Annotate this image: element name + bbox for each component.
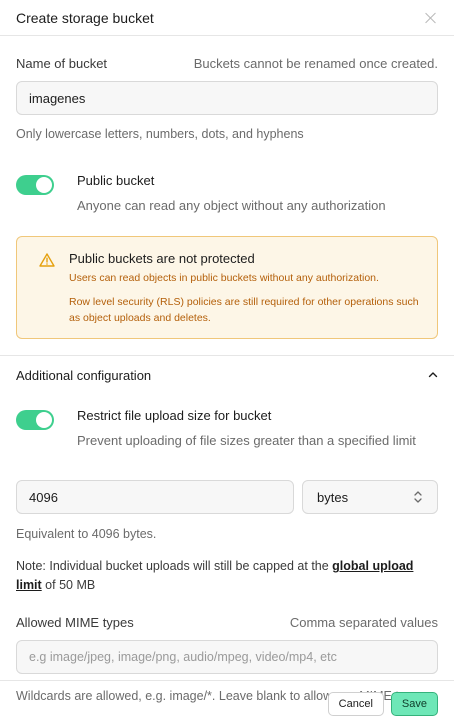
- size-limit-row: 4096 bytes: [16, 480, 438, 515]
- upload-cap-note: Note: Individual bucket uploads will sti…: [16, 557, 438, 595]
- additional-config-section: Restrict file upload size for bucket Pre…: [0, 408, 454, 705]
- size-limit-input[interactable]: 4096: [16, 480, 294, 515]
- mime-hint: Comma separated values: [289, 614, 438, 630]
- public-bucket-label: Public bucket: [77, 173, 155, 189]
- warning-icon: [39, 253, 55, 267]
- dialog-footer: Cancel Save: [0, 680, 454, 726]
- size-unit-select[interactable]: bytes: [302, 480, 438, 515]
- restrict-size-toggle[interactable]: [16, 410, 54, 431]
- toggle-knob: [36, 177, 52, 194]
- mime-types-input[interactable]: e.g image/jpeg, image/png, audio/mpeg, v…: [16, 639, 438, 674]
- name-hint: Buckets cannot be renamed once created.: [193, 56, 438, 71]
- public-bucket-toggle[interactable]: [16, 175, 54, 196]
- bucket-basic-section: Name of bucket Buckets cannot be renamed…: [0, 56, 454, 340]
- name-help-text: Only lowercase letters, numbers, dots, a…: [16, 127, 304, 141]
- dialog-header: Create storage bucket: [0, 0, 454, 36]
- chevron-up-down-icon: [414, 491, 422, 503]
- name-label-row: Name of bucket Buckets cannot be renamed…: [16, 56, 438, 71]
- cancel-button[interactable]: Cancel: [327, 691, 384, 716]
- toggle-knob: [36, 412, 52, 429]
- restrict-size-row: Restrict file upload size for bucket Pre…: [16, 408, 438, 448]
- dialog-title: Create storage bucket: [16, 9, 154, 26]
- additional-config-header[interactable]: Additional configuration: [0, 356, 454, 394]
- restrict-size-text: Restrict file upload size for bucket Pre…: [77, 408, 416, 448]
- chevron-up-icon[interactable]: [428, 370, 438, 380]
- warning-title: Public buckets are not protected: [69, 251, 255, 267]
- bucket-name-input[interactable]: imagenes: [16, 81, 438, 115]
- note-prefix: Note: Individual bucket uploads will sti…: [16, 559, 333, 574]
- note-suffix: of 50 MB: [41, 578, 96, 592]
- warning-line-1: Users can read objects in public buckets…: [69, 272, 379, 285]
- restrict-size-label: Restrict file upload size for bucket: [77, 408, 272, 424]
- public-bucket-row: Public bucket Anyone can read any object…: [16, 173, 438, 213]
- name-label: Name of bucket: [16, 56, 108, 71]
- mime-label: Allowed MIME types: [16, 614, 134, 630]
- size-equivalent-text: Equivalent to 4096 bytes.: [16, 527, 157, 542]
- mime-label-row: Allowed MIME types Comma separated value…: [16, 615, 438, 630]
- close-icon[interactable]: [424, 11, 438, 25]
- public-bucket-text: Public bucket Anyone can read any object…: [77, 173, 386, 213]
- public-warning-callout: Public buckets are not protected Users c…: [16, 236, 438, 340]
- save-button[interactable]: Save: [390, 691, 438, 716]
- warning-line-2: Row level security (RLS) policies are st…: [69, 296, 419, 324]
- size-unit-value: bytes: [317, 489, 349, 505]
- additional-config-title: Additional configuration: [16, 367, 152, 383]
- public-bucket-description: Anyone can read any object without any a…: [77, 198, 386, 214]
- create-bucket-dialog: Create storage bucket Name of bucket Buc…: [0, 0, 454, 726]
- restrict-size-description: Prevent uploading of file sizes greater …: [77, 433, 416, 449]
